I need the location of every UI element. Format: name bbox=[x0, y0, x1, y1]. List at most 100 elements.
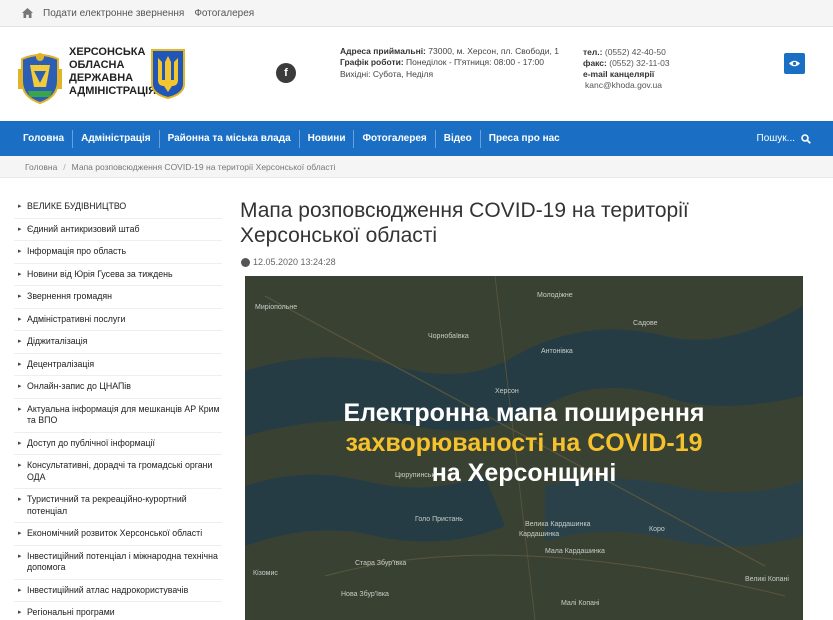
chevron-right-icon: ▸ bbox=[18, 248, 22, 255]
address-label: Адреса приймальні: bbox=[340, 46, 426, 56]
chevron-right-icon: ▸ bbox=[18, 586, 22, 594]
sidebar-item[interactable]: ▸ ВЕЛИКЕ БУДІВНИЦТВО bbox=[14, 196, 222, 219]
chevron-right-icon: ▸ bbox=[18, 225, 22, 233]
eye-icon bbox=[789, 60, 800, 67]
map-label: Велика Кардашинка bbox=[525, 521, 591, 528]
sidebar-item[interactable]: ▸ Доступ до публічної інформації bbox=[14, 433, 222, 455]
address-block: Адреса приймальні: 73000, м. Херсон, пл.… bbox=[340, 46, 580, 80]
chevron-right-icon: ▸ bbox=[18, 405, 22, 413]
topbar-link-appeal[interactable]: Подати електронне звернення bbox=[43, 8, 184, 19]
banner-line-3: на Херсонщині bbox=[431, 459, 617, 487]
sidebar-item-label: Інвестиційний потенціал і міжнародна тех… bbox=[27, 550, 218, 573]
sidebar-item[interactable]: ▸ Економічний розвиток Херсонської област… bbox=[14, 523, 222, 546]
fax-value: (0552) 32-11-03 bbox=[609, 58, 670, 68]
nav-item-news[interactable]: Новини bbox=[300, 121, 354, 156]
sidebar-item[interactable]: ▸ Децентралізація bbox=[14, 354, 222, 376]
sidebar-item-label: Регіональні програми bbox=[27, 607, 115, 617]
nav-item-press[interactable]: Преса про нас bbox=[481, 121, 568, 156]
map-label: Великі Копані bbox=[745, 576, 789, 583]
nav-item-photogallery[interactable]: Фотогалерея bbox=[354, 121, 434, 156]
covid-map-image[interactable]: Миріопольне Молодіжне Чорнобаївка Антоні… bbox=[245, 276, 803, 620]
map-label: Антонівка bbox=[541, 348, 573, 355]
fax-label: факс: bbox=[583, 58, 607, 68]
tel-label: тел.: bbox=[583, 47, 603, 57]
sidebar-item[interactable]: ▸ Єдиний антикризовий штаб bbox=[14, 219, 222, 241]
sidebar-item[interactable]: ▸ Консультативні, дорадчі та громадські о… bbox=[14, 455, 222, 489]
sidebar-menu: ▸ ВЕЛИКЕ БУДІВНИЦТВО ▸ Єдиний антикризовий … bbox=[14, 196, 222, 620]
nav-item-administration[interactable]: Адміністрація bbox=[73, 121, 158, 156]
banner-line-2: захворюваності на COVID-19 bbox=[345, 429, 703, 457]
schedule-label: Графік роботи: bbox=[340, 57, 404, 68]
sidebar-item-label: Децентралізація bbox=[27, 358, 95, 369]
sidebar-item[interactable]: ▸ Регіональні програми bbox=[14, 602, 222, 620]
nav-item-district-power[interactable]: Районна та міська влада bbox=[160, 121, 299, 156]
sidebar-item[interactable]: ▸ Актуальна інформація для мешканців АР К… bbox=[14, 399, 222, 433]
topbar-link-gallery[interactable]: Фотогалерея bbox=[194, 8, 254, 19]
sidebar-item[interactable]: ▸ Діджиталізація bbox=[14, 331, 222, 354]
chevron-right-icon: ▸ bbox=[18, 383, 22, 390]
email-value[interactable]: kanc@khoda.gov.ua bbox=[585, 80, 662, 90]
search-toggle[interactable]: Пошук... bbox=[757, 121, 811, 156]
email-label: e-mail канцелярії bbox=[583, 69, 655, 79]
ukraine-trident-icon bbox=[150, 48, 186, 100]
map-label: Малі Копані bbox=[561, 600, 600, 607]
site-header: Херсонська обласна державна адміністраці… bbox=[0, 27, 833, 121]
nav-item-home[interactable]: Головна bbox=[15, 121, 72, 156]
chevron-right-icon: ▸ bbox=[18, 609, 22, 616]
sidebar-item-label: Онлайн-запис до ЦНАПів bbox=[27, 381, 131, 391]
sidebar-item-label: Економічний розвиток Херсонської області bbox=[27, 528, 203, 538]
map-label: Кардашинка bbox=[519, 531, 560, 538]
sidebar-item-label: Інвестиційний атлас надрокористувачів bbox=[27, 584, 189, 595]
sidebar-item[interactable]: ▸ Онлайн-запис до ЦНАПів bbox=[14, 376, 222, 399]
map-label: Миріопольне bbox=[255, 304, 298, 311]
home-icon[interactable] bbox=[22, 8, 33, 18]
publish-date-value: 12.05.2020 13:24:28 bbox=[253, 257, 336, 267]
map-label: Голо Пристань bbox=[415, 516, 463, 523]
clock-icon bbox=[241, 257, 250, 267]
sidebar-item-label: Єдиний антикризовий штаб bbox=[27, 223, 140, 234]
map-label: Нова Збур'ївка bbox=[341, 591, 389, 598]
top-bar: Подати електронне звернення Фотогалерея bbox=[0, 0, 833, 27]
chevron-right-icon: ▸ bbox=[18, 338, 22, 345]
address-value: 73000, м. Херсон, пл. Свободи, 1 bbox=[428, 46, 559, 56]
sidebar-item-label: Звернення громадян bbox=[27, 291, 113, 301]
sidebar-item[interactable]: ▸ Інвестиційний атлас надрокористувачів bbox=[14, 580, 222, 602]
map-label: Херсон bbox=[495, 388, 519, 395]
chevron-right-icon: ▸ bbox=[18, 360, 22, 368]
sidebar-item[interactable]: ▸ Адміністративні послуги bbox=[14, 309, 222, 331]
chevron-right-icon: ▸ bbox=[18, 203, 22, 210]
schedule-value: Понеділок - П'ятниця: 08:00 - 17:00 bbox=[406, 57, 544, 68]
accessibility-eye-button[interactable] bbox=[784, 53, 805, 74]
sidebar-item[interactable]: ▸ Новини від Юрія Гусева за тиждень bbox=[14, 264, 222, 286]
sidebar-item-label: Консультативні, дорадчі та громадські ор… bbox=[27, 460, 213, 482]
search-label: Пошук... bbox=[756, 133, 795, 144]
map-label: Мала Кардашинка bbox=[545, 548, 605, 555]
chevron-right-icon: ▸ bbox=[18, 293, 22, 300]
banner-line-1: Електронна мапа поширення bbox=[343, 399, 705, 427]
org-name[interactable]: Херсонська обласна державна адміністраці… bbox=[69, 46, 156, 98]
facebook-icon[interactable]: f bbox=[276, 63, 296, 83]
chevron-right-icon: ▸ bbox=[18, 530, 22, 537]
map-label: Садове bbox=[633, 320, 658, 327]
chevron-right-icon: ▸ bbox=[18, 552, 22, 560]
sidebar-item-label: Новини від Юрія Гусева за тиждень bbox=[27, 268, 173, 279]
main-nav: Головна Адміністрація Районна та міська … bbox=[0, 121, 833, 156]
publish-date: 12.05.2020 13:24:28 bbox=[241, 257, 336, 267]
tel-value[interactable]: (0552) 42-40-50 bbox=[605, 47, 666, 57]
search-icon bbox=[801, 133, 811, 144]
sidebar-item[interactable]: ▸ Звернення громадян bbox=[14, 286, 222, 309]
chevron-right-icon: ▸ bbox=[18, 462, 22, 469]
nav-item-video[interactable]: Відео bbox=[436, 121, 480, 156]
contacts-block: тел.: (0552) 42-40-50 факс: (0552) 32-11… bbox=[583, 47, 693, 91]
sidebar-item[interactable]: ▸ Туристичний та рекреаційно-курортний по… bbox=[14, 489, 222, 523]
sidebar-item[interactable]: ▸ Інвестиційний потенціал і міжнародна те… bbox=[14, 546, 222, 580]
region-emblem-icon[interactable] bbox=[16, 49, 64, 105]
sidebar-item-label: Адміністративні послуги bbox=[27, 313, 126, 324]
sidebar-item-label: Інформація про область bbox=[27, 246, 127, 256]
sidebar-item[interactable]: ▸ Інформація про область bbox=[14, 241, 222, 264]
breadcrumb-home[interactable]: Головна bbox=[25, 162, 57, 172]
chevron-right-icon: ▸ bbox=[18, 439, 22, 447]
sidebar-item-label: ВЕЛИКЕ БУДІВНИЦТВО bbox=[27, 201, 127, 211]
map-label: Чорнобаївка bbox=[428, 333, 469, 340]
map-banner: Електронна мапа поширення захворюваності… bbox=[245, 398, 803, 488]
